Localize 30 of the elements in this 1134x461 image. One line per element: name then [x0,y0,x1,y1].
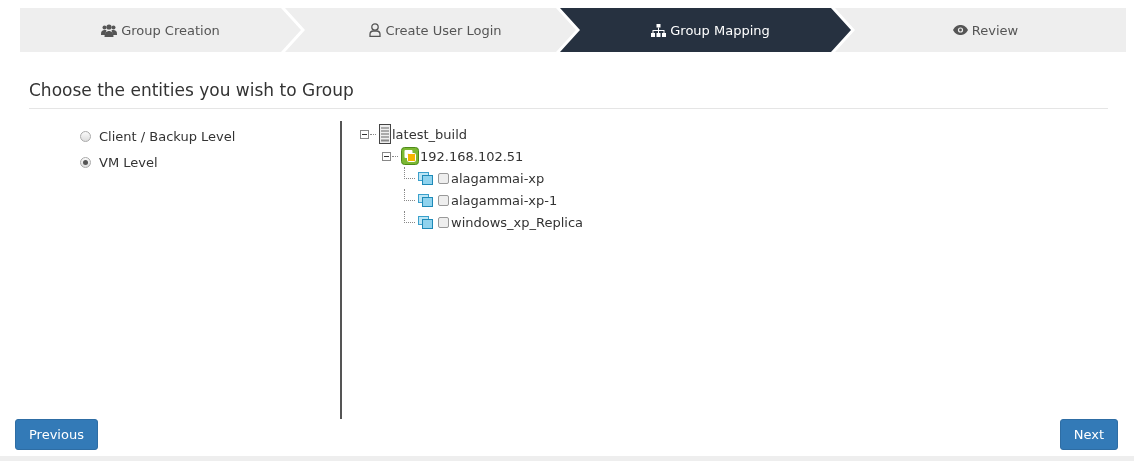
checkbox[interactable] [438,172,449,184]
user-icon [369,23,382,37]
wizard-step[interactable]: Create User Login [285,8,576,52]
radio-label[interactable]: Client / Backup Level [99,129,236,144]
tree-item-label[interactable]: alagammai-xp-1 [451,192,558,208]
vm-icon [418,215,434,229]
tree-item-label[interactable]: latest_build [392,126,467,142]
radio-button[interactable] [80,157,91,168]
vm-icon [418,171,434,185]
sitemap-icon [651,23,667,37]
wizard-step[interactable]: Review [835,8,1126,52]
users-icon [101,23,118,37]
collapse-toggle[interactable] [360,129,369,139]
wizard-step[interactable]: Group Mapping [560,8,851,52]
tree-item-label[interactable]: windows_xp_Replica [451,214,584,230]
section-heading: Choose the entities you wish to Group [29,80,1108,109]
host-icon [401,147,419,165]
server-icon [379,124,391,144]
previous-button[interactable]: Previous [15,419,98,450]
checkbox[interactable] [438,216,449,228]
radio-label[interactable]: VM Level [99,155,158,170]
tree-item-label[interactable]: 192.168.102.51 [420,148,524,164]
next-button[interactable]: Next [1059,419,1118,450]
collapse-toggle[interactable] [382,151,391,161]
tree-item-label[interactable]: alagammai-xp [451,170,545,186]
eye-icon [952,25,968,35]
vm-icon [418,193,434,207]
radio-button[interactable] [80,131,91,142]
checkbox[interactable] [438,194,449,206]
wizard-step[interactable]: Group Creation [20,8,301,52]
